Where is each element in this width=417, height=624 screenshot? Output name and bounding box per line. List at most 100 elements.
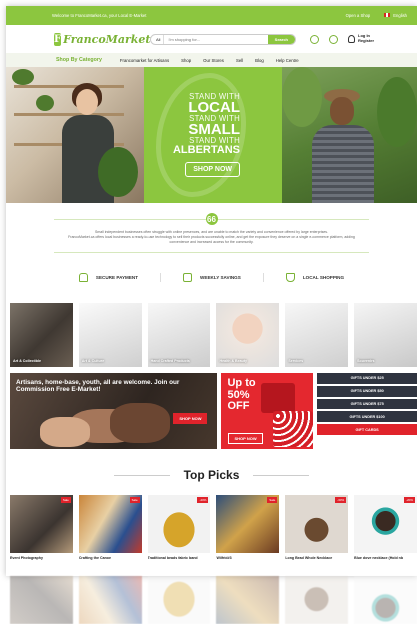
nav-item-help-centre[interactable]: Help Centre (276, 58, 299, 63)
gift-link-50[interactable]: GIFTS UNDER $50 (317, 385, 417, 397)
sale-line-2: 50% (227, 388, 250, 401)
promo-section: Artisans, home-base, youth, all are welc… (6, 373, 417, 455)
shop-by-category-menu[interactable]: Shop By Category (56, 57, 102, 63)
hero-message: STAND WITH LOCAL STAND WITH SMALL STAND … (144, 67, 282, 203)
reflection-image (285, 576, 349, 624)
reflection-tile (354, 576, 417, 624)
savings-icon (183, 272, 193, 282)
product-name[interactable]: Long Bead Whole Necklace (285, 556, 348, 560)
product-name[interactable]: Event Photography (10, 556, 73, 560)
feature-label: LOCAL SHOPPING (302, 274, 345, 280)
category-tile[interactable]: Art & Culture (78, 303, 142, 367)
product-image: Sale (216, 495, 280, 553)
category-label: Hand Crafted Products (150, 359, 190, 363)
top-bar: Welcome to FrancoMarket.ca, your Local E… (6, 6, 417, 25)
nav-item-our-stores[interactable]: Our Stores (203, 58, 224, 63)
category-label: Art & Culture (81, 359, 105, 363)
nav-item-shop[interactable]: Shop (181, 58, 191, 63)
gift-link-25[interactable]: GIFTS UNDER $25 (317, 373, 417, 384)
product-card[interactable]: -30% Long Bead Whole Necklace (285, 495, 349, 560)
feature-secure-payment: SECURE PAYMENT (57, 272, 160, 282)
product-image: Sale (78, 495, 142, 553)
sale-shop-now-button[interactable]: SHOP NOW (228, 433, 263, 444)
gift-box-image (273, 411, 314, 447)
category-tile[interactable]: Services (285, 303, 349, 367)
sale-text: Up to 50% OFF (227, 377, 256, 413)
reflection-tile (147, 576, 211, 624)
nav-item-artisans[interactable]: Francomarket for Artisans (120, 58, 169, 63)
product-card[interactable]: Sale Wilfrid#3 (216, 495, 280, 560)
product-image: -20% (147, 495, 211, 553)
category-grid: Art & Collectible Art & Culture Hand Cra… (6, 293, 417, 373)
man-face (330, 97, 354, 125)
search-button[interactable]: Search (267, 34, 295, 44)
header: F FrancoMarket All Search Log InRegister (6, 25, 417, 53)
nav-item-blog[interactable]: Blog (255, 58, 264, 63)
product-badge: -20% (197, 497, 209, 503)
open-shop-link[interactable]: Open a Shop (346, 13, 371, 18)
gift-links: GIFTS UNDER $25 GIFTS UNDER $50 GIFTS UN… (317, 373, 417, 455)
product-card[interactable]: -20% Blue dove necklace (Hold nb (354, 495, 417, 560)
gift-link-100[interactable]: GIFTS UNDER $100 (317, 411, 417, 423)
cart-icon[interactable] (329, 34, 338, 44)
product-badge: -20% (403, 497, 415, 503)
main-nav: Shop By Category Francomarket for Artisa… (6, 53, 417, 67)
top-picks-list: Sale Event Photography Sale Crafting the… (6, 495, 417, 560)
feature-label: WEEKLY SAVINGS (200, 274, 241, 280)
top-bar-right: Open a Shop English (346, 13, 407, 18)
reflection-tile (285, 576, 349, 624)
artisans-shop-now-button[interactable]: SHOP NOW (173, 413, 208, 424)
foliage (282, 67, 322, 127)
nav-item-sell[interactable]: Sell (236, 58, 243, 63)
product-name[interactable]: Blue dove necklace (Hold nb (354, 556, 417, 560)
user-icon (348, 35, 355, 43)
gift-link-75[interactable]: GIFTS UNDER $75 (317, 398, 417, 410)
hero-banner: STAND WITH LOCAL STAND WITH SMALL STAND … (6, 67, 417, 203)
reflection-image (216, 576, 280, 624)
about-line-1: Small independent businesses often strug… (94, 230, 329, 234)
reflection-tile (10, 576, 73, 624)
about-text: Small independent businesses often strug… (68, 230, 355, 244)
reflection-tile (78, 576, 142, 624)
artisans-text: Artisans, home-base, youth, all are welc… (16, 379, 180, 394)
product-name[interactable]: Crafting the Canoe (79, 556, 142, 560)
category-label: Souvenirs (357, 359, 375, 363)
shelf (14, 85, 124, 88)
product-name[interactable]: Wilfrid#3 (216, 556, 279, 560)
product-badge: Sale (60, 497, 71, 503)
gift-box-image (261, 383, 296, 413)
category-label: Services (288, 359, 304, 363)
sale-banner[interactable]: Up to 50% OFF SHOP NOW (221, 373, 314, 449)
feature-local-shopping: LOCAL SHOPPING (262, 272, 366, 282)
search-input[interactable] (164, 34, 268, 44)
category-tile[interactable]: Art & Collectible (10, 303, 73, 367)
sale-line-3: OFF (227, 400, 250, 412)
language-label: English (393, 13, 407, 18)
hero-image-woman-with-plants (6, 67, 144, 203)
product-card[interactable]: -20% Traditional beads fabric band (147, 495, 211, 560)
category-tile[interactable]: Health & Beauty (216, 303, 280, 367)
lock-icon (78, 272, 88, 282)
reflection-image (354, 576, 417, 624)
category-tile[interactable]: Souvenirs (354, 303, 417, 367)
artisans-banner[interactable]: Artisans, home-base, youth, all are welc… (10, 373, 218, 449)
page-reflection (6, 576, 417, 624)
search-category-select[interactable]: All (151, 34, 165, 44)
register-link[interactable]: Register (358, 38, 374, 43)
login-register[interactable]: Log In Register (348, 34, 374, 43)
product-card[interactable]: Sale Crafting the Canoe (78, 495, 142, 560)
category-tile[interactable]: Hand Crafted Products (147, 303, 211, 367)
product-name[interactable]: Traditional beads fabric band (148, 556, 211, 560)
canada-flag-icon (384, 13, 391, 17)
language-selector[interactable]: English (384, 13, 407, 18)
sale-line-1: Up to (227, 377, 256, 389)
about-section: 66 Small independent businesses often st… (6, 203, 417, 261)
divider (113, 474, 170, 476)
wishlist-icon[interactable] (310, 34, 319, 44)
hero-line-3: STAND WITH (189, 136, 240, 145)
site-logo[interactable]: F FrancoMarket (54, 32, 150, 46)
hero-image-farmer (282, 67, 417, 203)
gift-cards-link[interactable]: GIFT CARDS (317, 424, 417, 435)
about-line-2: FrancoMarket.ca offers local businesses … (68, 234, 355, 244)
product-card[interactable]: Sale Event Photography (10, 495, 73, 560)
